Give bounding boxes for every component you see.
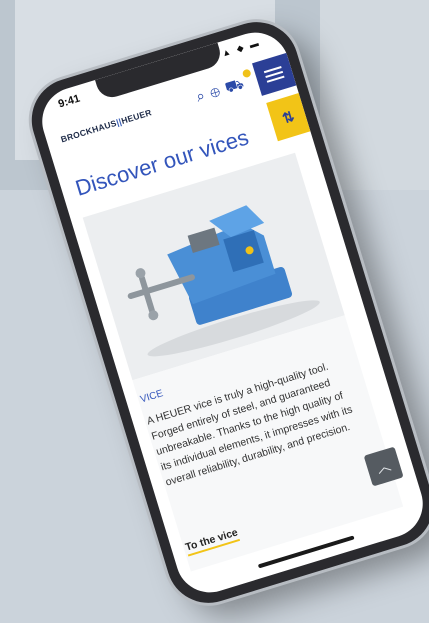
status-icons: ▲ ◆ ▬ xyxy=(220,37,262,59)
header-icons: ⌕⊕⛟ xyxy=(194,73,252,107)
logo-left: BROCKHAUS xyxy=(59,117,118,145)
menu-button[interactable] xyxy=(252,52,297,96)
filter-tab[interactable]: ⇅ xyxy=(266,93,311,142)
status-time: 9:41 xyxy=(56,92,82,111)
background-panel-right xyxy=(320,0,429,190)
logo-right: HEUER xyxy=(120,107,153,126)
